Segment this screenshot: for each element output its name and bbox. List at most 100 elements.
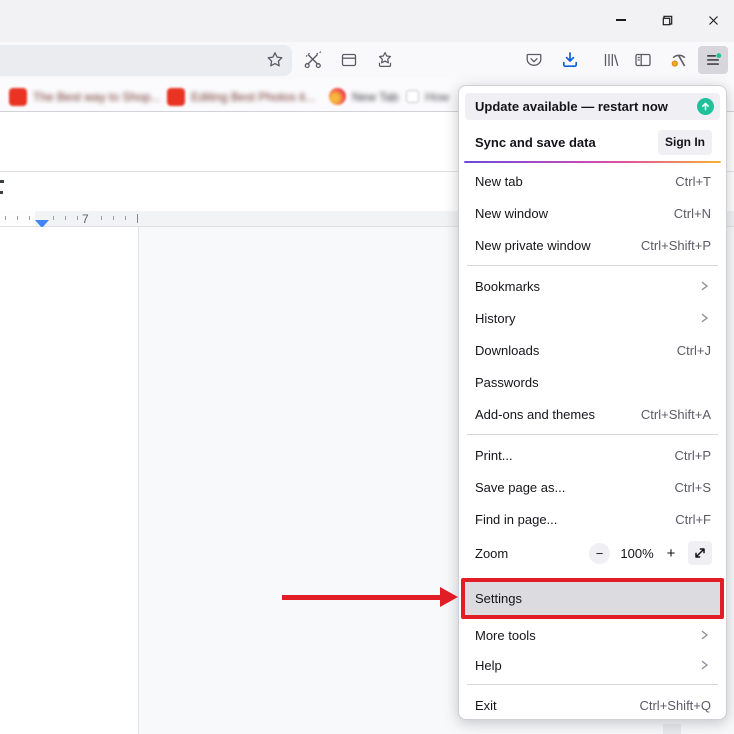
menu-label: New window xyxy=(475,206,674,221)
bookmark-label: Editing Best Photos it... xyxy=(191,90,315,104)
zoom-label: Zoom xyxy=(475,546,579,561)
update-label: Update available — restart now xyxy=(475,99,697,114)
menu-item-new-private-window[interactable]: New private window Ctrl+Shift+P xyxy=(465,229,720,261)
diagonal-arrows-icon xyxy=(693,546,707,560)
minimize-button[interactable] xyxy=(605,8,637,32)
clipped-toolbar-glyph xyxy=(0,191,3,194)
menu-label: More tools xyxy=(475,628,697,643)
menu-shortcut: Ctrl+P xyxy=(675,448,711,463)
menu-item-history[interactable]: History xyxy=(465,302,720,334)
bookmark-item[interactable]: New Tab xyxy=(329,87,398,106)
menu-label: Find in page... xyxy=(475,512,675,527)
menu-item-settings[interactable]: Settings xyxy=(465,582,720,615)
restore-button[interactable] xyxy=(651,8,683,32)
menu-item-passwords[interactable]: Passwords xyxy=(465,366,720,398)
menu-item-print[interactable]: Print... Ctrl+P xyxy=(465,439,720,471)
menu-item-save-page-as[interactable]: Save page as... Ctrl+S xyxy=(465,471,720,503)
settings-highlight-box: Settings xyxy=(461,578,724,619)
menu-separator xyxy=(467,684,718,685)
bookmark-item[interactable]: Editing Best Photos it... xyxy=(167,87,315,106)
menu-label: Settings xyxy=(475,591,522,606)
menu-shortcut: Ctrl+N xyxy=(674,206,711,221)
browser-window: The Best way to Shop... Editing Best Pho… xyxy=(0,0,734,734)
menu-shortcut: Ctrl+J xyxy=(677,343,711,358)
menu-label: Passwords xyxy=(475,375,711,390)
sync-label: Sync and save data xyxy=(475,135,658,150)
zoom-in-button[interactable]: + xyxy=(664,545,678,562)
close-button[interactable] xyxy=(697,8,729,32)
restore-icon xyxy=(661,14,674,27)
menu-separator xyxy=(467,265,718,266)
menu-item-downloads[interactable]: Downloads Ctrl+J xyxy=(465,334,720,366)
menu-label: Bookmarks xyxy=(475,279,697,294)
menu-shortcut: Ctrl+Shift+P xyxy=(641,238,711,253)
library-icon[interactable] xyxy=(600,49,622,71)
menu-label: New private window xyxy=(475,238,641,253)
arrow-up-circle-icon xyxy=(697,98,714,115)
sidebar-icon[interactable] xyxy=(632,49,654,71)
menu-item-find-in-page[interactable]: Find in page... Ctrl+F xyxy=(465,503,720,535)
bookmark-favicon xyxy=(9,88,27,106)
annotation-arrow-head xyxy=(440,587,458,607)
document-page[interactable] xyxy=(0,227,138,734)
menu-item-help[interactable]: Help xyxy=(465,650,720,680)
bookmark-favicon xyxy=(167,88,185,106)
titlebar xyxy=(0,0,734,42)
close-icon xyxy=(707,14,720,27)
gradient-separator xyxy=(464,161,721,163)
menu-item-exit[interactable]: Exit Ctrl+Shift+Q xyxy=(465,689,720,721)
app-menu-button[interactable] xyxy=(698,46,728,74)
menu-label: New tab xyxy=(475,174,675,189)
chevron-right-icon xyxy=(697,279,711,293)
menu-item-sync: Sync and save data Sign In xyxy=(465,129,720,155)
bookmark-star-icon[interactable] xyxy=(264,49,286,71)
url-bar[interactable] xyxy=(0,45,292,76)
menu-shortcut: Ctrl+S xyxy=(675,480,711,495)
menu-shortcut: Ctrl+Shift+A xyxy=(641,407,711,422)
zoom-level[interactable]: 100% xyxy=(620,546,654,561)
update-badge-dot xyxy=(716,53,721,58)
chevron-right-icon xyxy=(697,628,711,642)
menu-label: Help xyxy=(475,658,697,673)
minimize-icon xyxy=(616,19,626,21)
menu-item-zoom: Zoom − 100% + xyxy=(465,535,720,571)
scrollbar-fragment[interactable] xyxy=(663,724,681,734)
annotation-arrow-line xyxy=(282,595,442,600)
bookmark-item[interactable]: The Best way to Shop... xyxy=(9,87,160,106)
menu-item-new-window[interactable]: New window Ctrl+N xyxy=(465,197,720,229)
menu-item-new-tab[interactable]: New tab Ctrl+T xyxy=(465,165,720,197)
star-tray-icon[interactable] xyxy=(374,49,396,71)
menu-label: Exit xyxy=(475,698,639,713)
screenshot-scissors-icon[interactable] xyxy=(302,49,324,71)
sign-in-button[interactable]: Sign In xyxy=(658,130,712,155)
ruler-number: 7 xyxy=(82,212,89,226)
menu-shortcut: Ctrl+F xyxy=(675,512,711,527)
menu-shortcut: Ctrl+Shift+Q xyxy=(639,698,711,713)
bookmark-label: How xyxy=(425,90,449,104)
fullscreen-button[interactable] xyxy=(688,541,712,565)
chevron-right-icon xyxy=(697,658,711,672)
zoom-out-button[interactable]: − xyxy=(589,543,610,564)
menu-label: Downloads xyxy=(475,343,677,358)
menu-label: History xyxy=(475,311,697,326)
menu-item-update-available[interactable]: Update available — restart now xyxy=(465,93,720,120)
menu-label: Add-ons and themes xyxy=(475,407,641,422)
container-box-icon[interactable] xyxy=(338,49,360,71)
clipped-toolbar-glyph xyxy=(0,180,4,183)
bookmark-favicon xyxy=(406,90,419,103)
bookmark-label: New Tab xyxy=(352,90,398,104)
hamburger-icon xyxy=(703,50,723,70)
ruler-page-edge-marker xyxy=(137,214,138,223)
menu-item-addons-themes[interactable]: Add-ons and themes Ctrl+Shift+A xyxy=(465,398,720,430)
bookmark-item[interactable]: How xyxy=(406,87,449,106)
menu-shortcut: Ctrl+T xyxy=(675,174,711,189)
downloads-icon[interactable] xyxy=(559,49,581,71)
app-menu-panel: Update available — restart now Sync and … xyxy=(458,85,727,720)
bookmark-favicon xyxy=(329,88,346,105)
menu-label: Save page as... xyxy=(475,480,675,495)
menu-label: Print... xyxy=(475,448,675,463)
pocket-icon[interactable] xyxy=(523,49,545,71)
pickaxe-extension-icon[interactable] xyxy=(668,49,690,71)
menu-item-bookmarks[interactable]: Bookmarks xyxy=(465,270,720,302)
menu-item-more-tools[interactable]: More tools xyxy=(465,620,720,650)
